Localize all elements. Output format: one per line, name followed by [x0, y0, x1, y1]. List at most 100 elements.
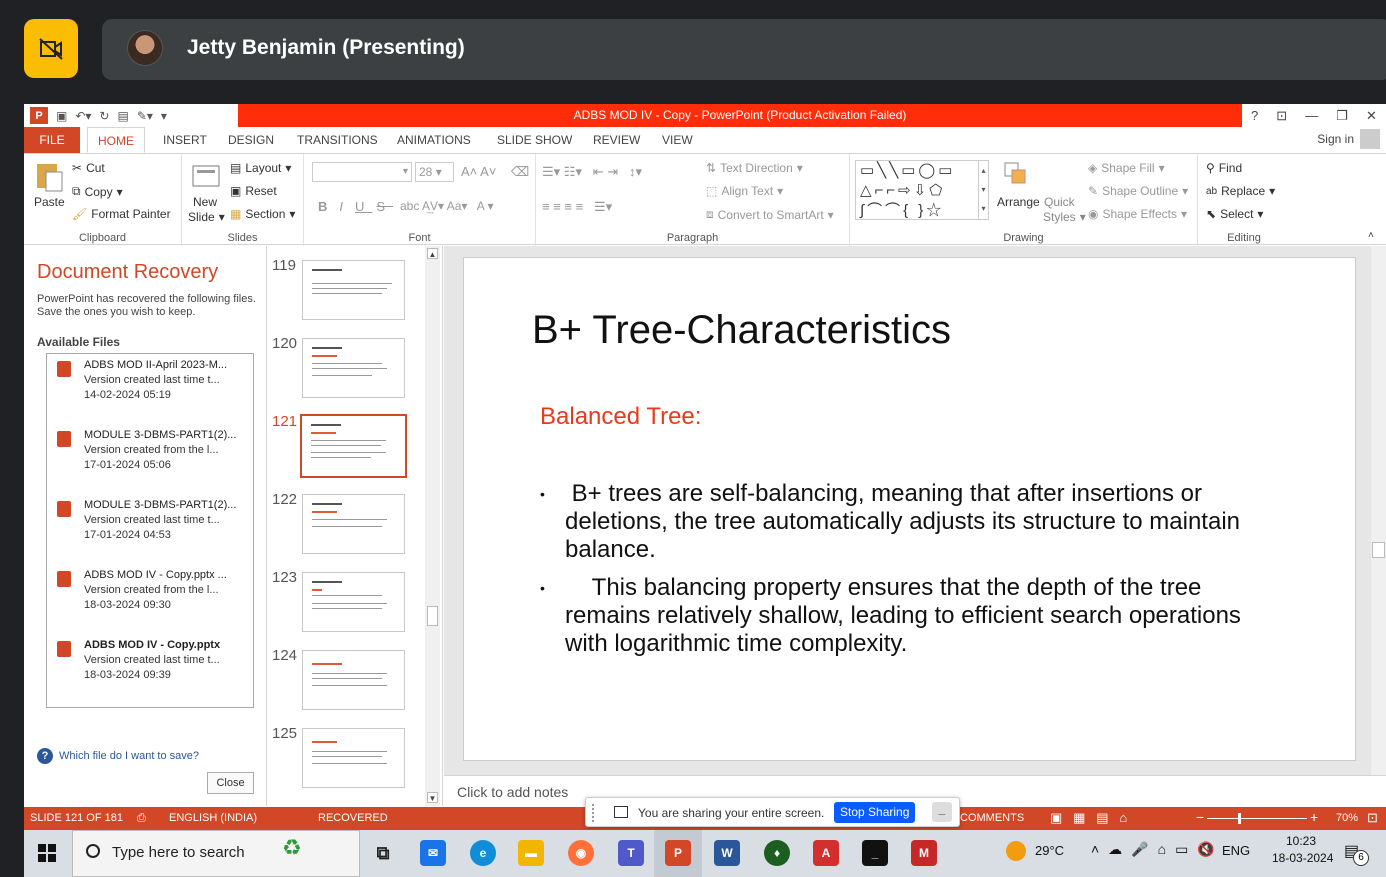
help-button[interactable]: ?	[1251, 108, 1258, 123]
font-effects-buttons[interactable]: abc A͢V▾ Aa▾ A ▾	[400, 199, 493, 213]
recovery-close-button[interactable]: Close	[207, 772, 254, 794]
comments-button[interactable]: COMMENTS	[960, 812, 1024, 824]
zoom-in-button[interactable]: +	[1310, 809, 1318, 825]
font-name-select[interactable]: ▾	[312, 162, 412, 182]
language-indicator[interactable]: ENGLISH (INDIA)	[169, 812, 257, 824]
sign-in-label[interactable]: Sign in	[1317, 132, 1354, 146]
spell-check-icon[interactable]: ⎙	[137, 812, 146, 825]
quick-styles-dropdown[interactable]: Styles ▾	[1043, 210, 1086, 224]
text-direction-button[interactable]: ⇅ Text Direction ▾	[706, 161, 803, 175]
shape-outline-button[interactable]: ✎ Shape Outline ▾	[1088, 184, 1188, 198]
recovered-file-item[interactable]: ADBS MOD IV - Copy.pptx Version created …	[57, 639, 247, 699]
file-explorer-icon[interactable]: ▬	[518, 840, 544, 866]
powerpoint-icon[interactable]: P	[665, 840, 691, 866]
slide-thumbnail-selected[interactable]	[300, 414, 407, 478]
start-from-beginning-icon[interactable]: ▤	[117, 109, 128, 123]
align-buttons[interactable]: ≡ ≡ ≡ ≡ ☰▾	[542, 199, 612, 215]
replace-button[interactable]: ab Replace ▾	[1206, 184, 1275, 198]
task-view-icon[interactable]: ⧉	[370, 840, 396, 866]
cut-button[interactable]: ✂ Cut	[72, 161, 105, 175]
zoom-level[interactable]: 70%	[1336, 812, 1358, 824]
arrange-button[interactable]: Arrange	[997, 195, 1040, 209]
recovered-file-item[interactable]: ADBS MOD II-April 2023-M... Version crea…	[57, 359, 247, 419]
view-buttons[interactable]: ▣ ▦ ▤ ⌂	[1050, 810, 1127, 826]
recovered-file-item[interactable]: ADBS MOD IV - Copy.pptx ... Version crea…	[57, 569, 247, 629]
new-slide-button[interactable]: New	[193, 195, 217, 209]
drag-handle[interactable]	[592, 804, 596, 822]
tab-review[interactable]: REVIEW	[583, 127, 650, 153]
restore-icon[interactable]: ❐	[1336, 108, 1348, 124]
slide-title[interactable]: B+ Tree-Characteristics	[532, 308, 951, 353]
section-button[interactable]: ▦ Section ▾	[230, 207, 295, 221]
windows-start-icon[interactable]	[38, 844, 56, 862]
sign-in[interactable]: Sign in	[1317, 129, 1380, 149]
mail-icon[interactable]: ✉	[420, 840, 446, 866]
minimize-banner-icon[interactable]: _	[932, 802, 952, 822]
redo-icon[interactable]: ↻	[99, 109, 109, 123]
zoom-out-button[interactable]: −	[1196, 809, 1204, 825]
input-language[interactable]: ENG	[1222, 843, 1250, 858]
reset-button[interactable]: ▣ Reset	[230, 184, 277, 198]
close-icon[interactable]: ✕	[1366, 108, 1377, 124]
shapes-gallery-scroll[interactable]: ▴ ▾ ▾	[978, 161, 988, 219]
layout-button[interactable]: ▤ Layout ▾	[230, 161, 291, 175]
undo-icon[interactable]: ↶▾	[75, 109, 91, 123]
ribbon-display-icon[interactable]: ⊡	[1276, 108, 1287, 124]
thumbnails-scrollbar[interactable]: ▲ ▼	[425, 246, 440, 806]
mongodb-icon[interactable]: ♦	[764, 840, 790, 866]
copy-button[interactable]: ⧉ Copy ▾	[72, 184, 123, 199]
minimize-icon[interactable]: —	[1305, 108, 1318, 123]
scroll-up-icon[interactable]: ▲	[427, 248, 438, 259]
recovered-file-item[interactable]: MODULE 3-DBMS-PART1(2)... Version create…	[57, 429, 247, 489]
slide-scrollbar[interactable]	[1371, 246, 1386, 775]
acrobat-icon[interactable]: A	[813, 840, 839, 866]
shape-fill-button[interactable]: ◈ Shape Fill ▾	[1088, 161, 1165, 175]
weather-temperature[interactable]: 29°C	[1035, 843, 1064, 858]
find-button[interactable]: ⚲ Find	[1206, 161, 1242, 175]
word-icon[interactable]: W	[714, 840, 740, 866]
tab-view[interactable]: VIEW	[652, 127, 703, 153]
tab-insert[interactable]: INSERT	[153, 127, 217, 153]
list-buttons[interactable]: ☰▾ ☷▾ ⇤ ⇥ ↕▾	[542, 164, 642, 180]
zoom-slider-thumb[interactable]	[1238, 813, 1241, 824]
customize-qat-icon[interactable]: ▾	[161, 109, 167, 123]
stop-sharing-button[interactable]: Stop Sharing	[834, 802, 916, 823]
tab-file[interactable]: FILE	[24, 127, 80, 153]
select-button[interactable]: ⬉ Select ▾	[1206, 207, 1263, 221]
clock-date[interactable]: 18-03-2024	[1272, 851, 1333, 865]
scroll-down-icon[interactable]: ▼	[427, 792, 438, 803]
slide-thumbnail[interactable]	[302, 338, 405, 398]
slide-thumbnail[interactable]	[302, 572, 405, 632]
taskbar-search[interactable]: Type here to search ♻	[72, 830, 360, 877]
weather-icon[interactable]	[1006, 841, 1026, 861]
firefox-icon[interactable]: ◉	[568, 840, 594, 866]
slide-thumbnail[interactable]	[302, 260, 405, 320]
font-format-buttons[interactable]: BIUS	[318, 199, 393, 214]
shape-effects-button[interactable]: ◉ Shape Effects ▾	[1088, 207, 1187, 221]
tab-animations[interactable]: ANIMATIONS	[387, 127, 481, 153]
font-size-select[interactable]: 28 ▾	[415, 162, 454, 182]
mcafee-icon[interactable]: M	[911, 840, 937, 866]
save-icon[interactable]: ▣	[56, 109, 67, 123]
slide-thumbnail[interactable]	[302, 494, 405, 554]
current-slide[interactable]: B+ Tree-Characteristics Balanced Tree: •…	[463, 257, 1356, 761]
pen-icon[interactable]: ✎▾	[137, 109, 153, 123]
new-slide-dropdown[interactable]: Slide ▾	[188, 210, 225, 224]
teams-icon[interactable]: T	[618, 840, 644, 866]
zoom-slider[interactable]	[1207, 818, 1307, 819]
align-text-button[interactable]: ⬚ Align Text ▾	[706, 184, 783, 198]
edge-icon[interactable]: e	[470, 840, 496, 866]
grow-shrink-font[interactable]: A˄ A˅ ⌫	[461, 164, 529, 180]
format-painter-button[interactable]: 🖌 Format Painter	[72, 207, 171, 221]
slide-subtitle[interactable]: Balanced Tree:	[540, 403, 701, 431]
paste-button[interactable]: Paste	[34, 195, 65, 209]
tab-slide-show[interactable]: SLIDE SHOW	[487, 127, 582, 153]
slide-thumbnail[interactable]	[302, 650, 405, 710]
quick-styles-button[interactable]: Quick	[1044, 195, 1075, 209]
tab-home[interactable]: HOME	[87, 127, 145, 153]
tab-transitions[interactable]: TRANSITIONS	[287, 127, 388, 153]
fit-to-window-icon[interactable]: ⊡	[1367, 810, 1378, 826]
recovery-help-link[interactable]: ? Which file do I want to save?	[37, 748, 199, 764]
slide-thumbnail[interactable]	[302, 728, 405, 788]
convert-smartart-button[interactable]: ⧈ Convert to SmartArt ▾	[706, 207, 834, 222]
